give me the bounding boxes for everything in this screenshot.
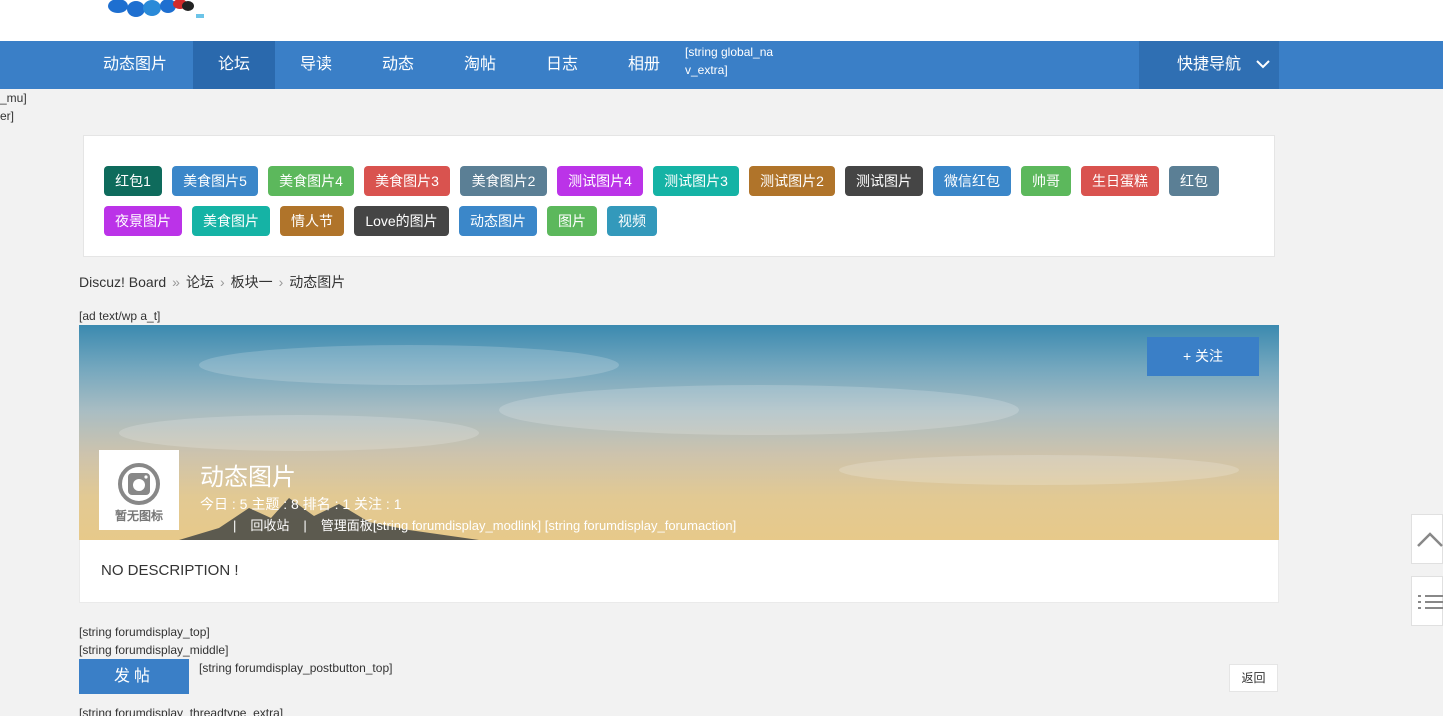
back-to-top-button[interactable] bbox=[1411, 514, 1443, 564]
ad-text: [ad text/wp a_t] bbox=[79, 309, 161, 323]
tag-item[interactable]: 生日蛋糕 bbox=[1081, 166, 1159, 196]
tag-item[interactable]: 美食图片3 bbox=[364, 166, 450, 196]
site-logo[interactable] bbox=[104, 0, 208, 20]
tag-item[interactable]: 美食图片5 bbox=[172, 166, 258, 196]
link-divider: | bbox=[303, 518, 307, 533]
quick-nav-button[interactable]: 快捷导航 bbox=[1139, 41, 1279, 89]
nav-extra-string: [string global_nav_extra] bbox=[685, 45, 774, 77]
quick-nav-label: 快捷导航 bbox=[1177, 56, 1242, 73]
new-post-button[interactable]: 发帖 bbox=[79, 659, 189, 694]
forum-thumbnail: 暂无图标 bbox=[99, 450, 179, 530]
nav-item-blog[interactable]: 日志 bbox=[521, 41, 603, 89]
nav-item-dynamic-images[interactable]: 动态图片 bbox=[94, 41, 176, 89]
link-divider: | bbox=[233, 518, 237, 533]
tag-item[interactable]: 图片 bbox=[547, 206, 597, 236]
forum-banner: + 关注 暂无图标 动态图片 今日 : 5 主题 : 8 排名 : 1 关注 :… bbox=[79, 325, 1279, 540]
tag-item[interactable]: 美食图片 bbox=[192, 206, 270, 236]
breadcrumb-separator: » bbox=[172, 274, 180, 290]
breadcrumb-separator: › bbox=[219, 274, 225, 290]
tag-item[interactable]: 美食图片2 bbox=[460, 166, 547, 196]
tag-item[interactable]: 测试图片2 bbox=[749, 166, 835, 196]
forumdisplay-top-string: [string forumdisplay_top] bbox=[79, 625, 210, 639]
threadtype-extra-string: [string forumdisplay_threadtype_extra] bbox=[79, 706, 284, 716]
main-nav: 动态图片 论坛 导读 动态 淘帖 日志 相册 [string global_na… bbox=[0, 41, 1443, 89]
left-overflow-text-2: er] bbox=[0, 109, 15, 123]
back-button[interactable]: 返回 bbox=[1229, 664, 1278, 692]
tag-item[interactable]: 情人节 bbox=[280, 206, 344, 236]
thread-list-button[interactable] bbox=[1411, 576, 1443, 626]
chevron-up-icon bbox=[1417, 532, 1443, 547]
chevron-down-icon bbox=[1256, 60, 1270, 69]
breadcrumb-forum[interactable]: 论坛 bbox=[186, 274, 214, 290]
nav-item-collections[interactable]: 淘帖 bbox=[439, 41, 521, 89]
description-text: NO DESCRIPTION ! bbox=[101, 562, 239, 579]
nav-item-feed[interactable]: 动态 bbox=[357, 41, 439, 89]
tag-item[interactable]: 测试图片3 bbox=[653, 166, 739, 196]
nav-item-guide[interactable]: 导读 bbox=[275, 41, 357, 89]
tag-item[interactable]: Love的图片 bbox=[354, 206, 449, 236]
follow-button[interactable]: + 关注 bbox=[1147, 337, 1259, 376]
tag-item[interactable]: 红包 bbox=[1169, 166, 1219, 196]
nav-item-forum[interactable]: 论坛 bbox=[193, 41, 275, 89]
top-header bbox=[0, 0, 1443, 41]
forum-stats: 今日 : 5 主题 : 8 排名 : 1 关注 : 1 bbox=[200, 496, 402, 512]
breadcrumb-separator: › bbox=[278, 274, 284, 290]
tag-item[interactable]: 夜景图片 bbox=[104, 206, 182, 236]
tag-item[interactable]: 测试图片4 bbox=[557, 166, 643, 196]
tag-item[interactable]: 动态图片 bbox=[459, 206, 537, 236]
tag-item[interactable]: 美食图片4 bbox=[268, 166, 354, 196]
tag-item[interactable]: 微信红包 bbox=[933, 166, 1011, 196]
breadcrumb-current[interactable]: 动态图片 bbox=[289, 274, 345, 290]
tag-item[interactable]: 测试图片 bbox=[845, 166, 923, 196]
forum-title: 动态图片 bbox=[200, 464, 296, 491]
recycle-bin-link[interactable]: 回收站 bbox=[250, 518, 289, 533]
forum-links: | 回收站 | 管理面板[string forumdisplay_modlink] [… bbox=[219, 515, 736, 534]
tag-cloud: 红包1 美食图片5 美食图片4 美食图片3 美食图片2 测试图片4 测试图片3 … bbox=[83, 135, 1275, 257]
modlink-string: [string forumdisplay_modlink] [string fo… bbox=[372, 518, 737, 533]
left-overflow-text-1: _mu] bbox=[0, 91, 27, 105]
forumdisplay-middle-string: [string forumdisplay_middle] bbox=[79, 643, 229, 657]
manage-panel-link[interactable]: 管理面板 bbox=[321, 518, 373, 533]
forum-description: NO DESCRIPTION ! bbox=[79, 540, 1279, 603]
tag-item[interactable]: 帅哥 bbox=[1021, 166, 1071, 196]
breadcrumb: Discuz! Board » 论坛 › 板块一 › 动态图片 bbox=[79, 272, 345, 292]
list-icon bbox=[1418, 595, 1443, 609]
tag-item[interactable]: 视频 bbox=[607, 206, 657, 236]
nav-item-album[interactable]: 相册 bbox=[603, 41, 685, 89]
postbutton-top-string: [string forumdisplay_postbutton_top] bbox=[199, 661, 393, 675]
breadcrumb-home[interactable]: Discuz! Board bbox=[79, 274, 166, 290]
no-icon-label: 暂无图标 bbox=[114, 509, 163, 523]
camera-icon bbox=[118, 463, 160, 505]
breadcrumb-board[interactable]: 板块一 bbox=[231, 274, 273, 290]
tag-item[interactable]: 红包1 bbox=[104, 166, 162, 196]
